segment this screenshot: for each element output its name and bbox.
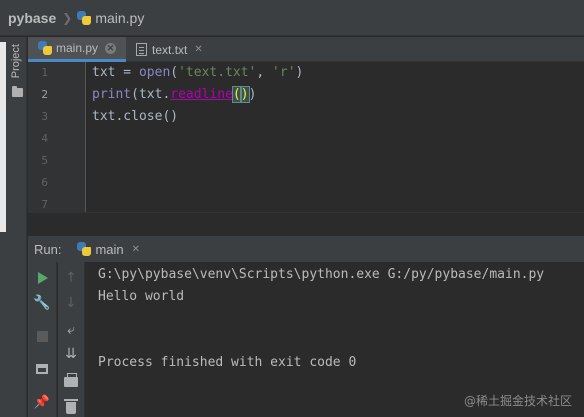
code-token-string: 'text.txt' (178, 65, 257, 80)
console-line: Hello world (98, 289, 185, 304)
code-token-method: readline (170, 87, 233, 102)
tab-label: main.py (56, 41, 99, 55)
soft-wrap-icon[interactable]: ⤶ (61, 320, 81, 340)
run-tool-window-header: Run: main ✕ (28, 236, 584, 262)
pin-icon[interactable]: 📌 (32, 392, 52, 412)
matched-paren: ) (239, 86, 250, 103)
code-line-1[interactable]: txt = open('text.txt', 'r') (92, 65, 303, 80)
code-line-2[interactable]: print(txt.readline()) (92, 86, 257, 103)
code-token: ( (170, 65, 179, 80)
navigation-bar: pybase ❯ main.py (0, 0, 584, 36)
python-file-icon (38, 41, 52, 55)
stop-icon[interactable] (32, 326, 52, 346)
code-token: ) (295, 65, 304, 80)
breadcrumb-file-label: main.py (95, 9, 145, 26)
console-line: Process finished with exit code 0 (98, 355, 357, 370)
breadcrumb-separator: ❯ (62, 10, 73, 25)
window-edge (0, 42, 6, 232)
breadcrumb-file[interactable]: main.py (77, 10, 144, 26)
line-number-gutter: 1 2 3 4 5 6 7 (28, 62, 86, 212)
left-tool-stripe-bottom (0, 232, 27, 417)
line-number: 3 (41, 110, 48, 123)
code-token-string: 'r' (272, 65, 296, 80)
code-token-builtin: print (92, 87, 132, 102)
breadcrumb-project[interactable]: pybase (8, 10, 56, 26)
python-file-icon (77, 10, 92, 25)
line-number: 5 (41, 154, 48, 167)
project-tool-window-button[interactable]: Project (10, 44, 22, 78)
python-run-config-icon (77, 242, 92, 256)
run-console[interactable]: G:\py\pybase\venv\Scripts\python.exe G:/… (86, 262, 584, 417)
arrow-up-icon[interactable]: ↑ (61, 268, 81, 288)
code-token: ) (248, 87, 257, 102)
text-file-icon (136, 43, 148, 56)
run-toolbar-secondary: ↑ ↓ ⤶ ⇊ (58, 262, 85, 417)
code-token: (txt. (131, 87, 171, 102)
scroll-to-end-icon[interactable]: ⇊ (61, 344, 81, 364)
play-icon[interactable] (33, 268, 53, 288)
close-icon[interactable]: ✕ (105, 42, 117, 54)
run-tab-label: main (95, 241, 124, 257)
tab-label: text.txt (152, 42, 188, 57)
code-token: txt.close() (92, 109, 179, 124)
code-token: txt = (92, 65, 139, 80)
line-number: 7 (41, 198, 48, 211)
wrench-icon[interactable]: 🔧 (32, 293, 52, 313)
run-label: Run: (34, 241, 62, 257)
code-editor[interactable]: 1 2 3 4 5 6 7 txt = open('text.txt', 'r'… (28, 62, 584, 232)
close-icon[interactable]: ✕ (194, 44, 202, 55)
layout-icon[interactable] (32, 359, 52, 379)
line-number: 4 (41, 132, 48, 145)
tab-text-txt[interactable]: text.txt ✕ (126, 37, 213, 62)
watermark: @稀土掘金技术社区 (463, 394, 572, 408)
editor-bottom-area (28, 212, 584, 232)
code-token-builtin: open (138, 65, 171, 80)
tab-main-py[interactable]: main.py ✕ (28, 37, 127, 62)
line-number: 6 (41, 176, 48, 189)
close-icon[interactable]: ✕ (132, 244, 140, 255)
trash-icon[interactable] (61, 396, 81, 416)
folder-icon[interactable] (12, 86, 23, 97)
code-line-3[interactable]: txt.close() (92, 109, 178, 124)
arrow-down-icon[interactable]: ↓ (61, 293, 81, 313)
code-token: , (256, 65, 273, 80)
console-line: G:\py\pybase\venv\Scripts\python.exe G:/… (98, 267, 545, 282)
line-number: 2 (41, 88, 48, 101)
run-toolbar-primary: 🔧 📌 (28, 262, 57, 417)
line-number: 1 (41, 66, 48, 79)
editor-tabs: main.py ✕ text.txt ✕ (28, 37, 584, 62)
print-icon[interactable] (61, 372, 81, 392)
run-tab-main[interactable]: main ✕ (77, 242, 140, 257)
